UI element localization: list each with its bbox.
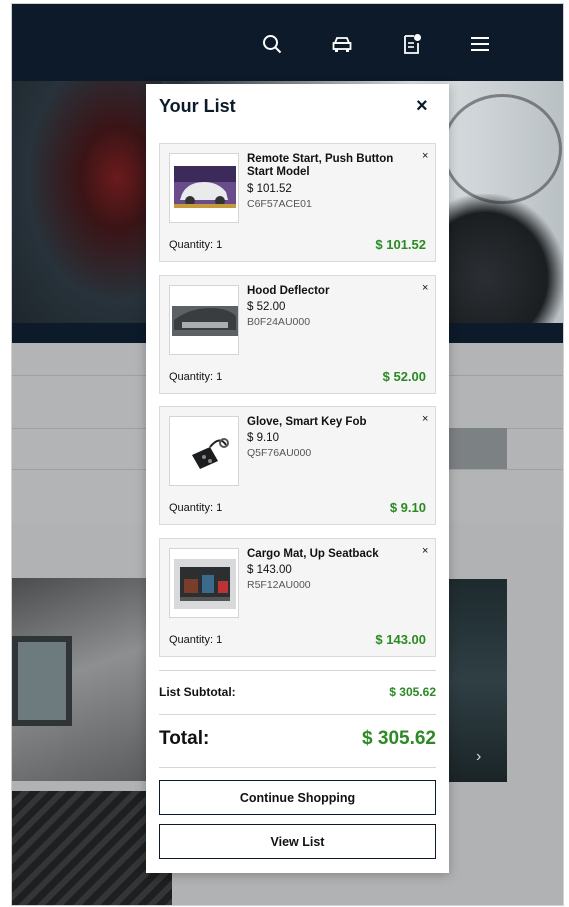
item-quantity: Quantity: 1 [169,502,223,514]
divider [159,714,436,715]
item-name: Remote Start, Push Button Start Model [247,153,394,178]
chevron-right-icon: › [476,748,482,765]
item-price: $ 143.00 [247,564,292,576]
product-image [169,416,239,486]
remove-item-icon[interactable]: × [422,545,428,557]
remove-item-icon[interactable]: × [422,282,428,294]
menu-icon[interactable] [468,32,492,56]
your-list-modal: Your List × Remote Start, Push Button St… [146,84,449,873]
list-item: Hood Deflector $ 52.00 B0F24AU000 × Quan… [159,275,436,394]
hero-suv-image [432,194,563,334]
bicycle-image [442,94,562,204]
close-icon[interactable]: × [416,96,428,116]
product-image [169,153,239,223]
page-frame: cle › Your List × Remote Start, Push But… [11,3,564,906]
item-sku: C6F57ACE01 [247,198,312,210]
item-name: Glove, Smart Key Fob [247,416,367,428]
item-price: $ 52.00 [247,301,286,313]
item-line-total: $ 101.52 [375,237,426,252]
list-icon[interactable] [400,32,424,56]
continue-shopping-button[interactable]: Continue Shopping [159,780,436,815]
item-sku: Q5F76AU000 [247,447,312,459]
item-price: $ 9.10 [247,432,279,444]
divider [159,670,436,671]
product-image [169,285,239,355]
subtotal-value: $ 305.62 [389,685,436,699]
item-price: $ 101.52 [247,183,292,195]
divider [159,767,436,768]
item-quantity: Quantity: 1 [169,634,223,646]
item-quantity: Quantity: 1 [169,239,223,251]
remove-item-icon[interactable]: × [422,150,428,162]
item-sku: B0F24AU000 [247,316,311,328]
item-line-total: $ 52.00 [382,369,426,384]
item-sku: R5F12AU000 [247,579,311,591]
list-item: Remote Start, Push Button Start Model $ … [159,143,436,262]
screen-image [12,636,72,726]
item-line-total: $ 143.00 [375,632,426,647]
total-label: Total: [159,728,210,749]
list-item: Glove, Smart Key Fob $ 9.10 Q5F76AU000 ×… [159,406,436,525]
remove-item-icon[interactable]: × [422,413,428,425]
hero-vehicle-image [12,81,162,323]
list-item: Cargo Mat, Up Seatback $ 143.00 R5F12AU0… [159,538,436,657]
subtotal-label: List Subtotal: [159,685,236,699]
car-icon[interactable] [330,32,354,56]
total-value: $ 305.62 [362,728,436,749]
item-name: Cargo Mat, Up Seatback [247,548,379,560]
item-quantity: Quantity: 1 [169,371,223,383]
product-image [169,548,239,618]
view-list-button[interactable]: View List [159,824,436,859]
item-name: Hood Deflector [247,285,330,297]
item-line-total: $ 9.10 [389,500,426,515]
top-navigation-bar [12,4,563,81]
modal-title: Your List [159,96,236,116]
search-icon[interactable] [260,32,284,56]
